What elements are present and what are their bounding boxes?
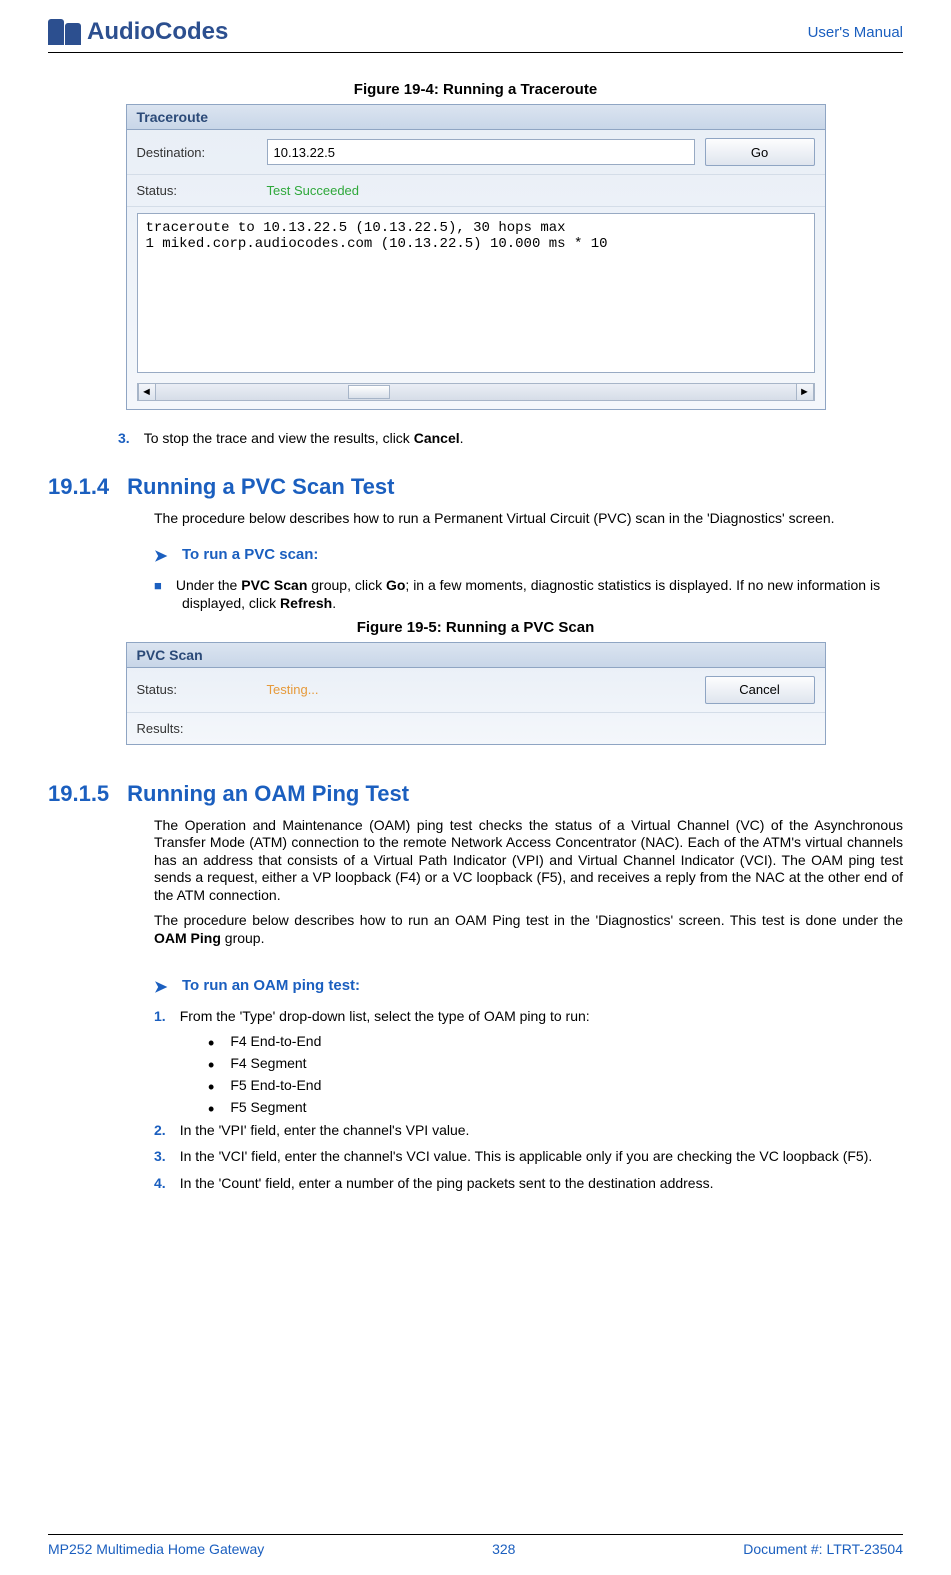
bullet-b2: Go [386,577,405,593]
bullet-dot-icon: • [208,1033,214,1053]
traceroute-panel: Traceroute Destination: Go Status: Test … [126,104,826,410]
oam-step-2: 2. In the 'VPI' field, enter the channel'… [78,1119,903,1145]
destination-input[interactable] [267,139,695,165]
step-text-bold: Cancel [414,430,460,446]
proc-heading-text: To run a PVC scan: [182,546,318,566]
logo-icon [48,19,81,45]
p2-pre: The procedure below describes how to run… [154,912,903,928]
step-number: 3. [154,1148,166,1164]
sec2-paragraph-1: The Operation and Maintenance (OAM) ping… [48,817,903,913]
pvc-status-value: Testing... [267,682,695,697]
cancel-button[interactable]: Cancel [705,676,815,704]
pvc-status-label: Status: [137,682,257,697]
sub-text: F4 Segment [230,1055,306,1071]
sub-text: F5 End-to-End [230,1077,321,1093]
oam-step-1: 1. From the 'Type' drop-down list, select… [78,1005,903,1031]
oam-step-4: 4. In the 'Count' field, enter a number o… [78,1172,903,1198]
proc-arrow-icon: ➤ [154,546,170,566]
pvc-results-label: Results: [137,721,257,736]
pvc-scan-bullet: ■Under the PVC Scan group, click Go; in … [76,574,903,619]
sec1-paragraph: The procedure below describes how to run… [48,510,903,536]
footer-left: MP252 Multimedia Home Gateway [48,1541,264,1557]
bullet-dot-icon: • [208,1099,214,1119]
pvc-scan-panel: PVC Scan Status: Testing... Cancel Resul… [126,642,826,745]
section-19-1-5-heading: 19.1.5 Running an OAM Ping Test [48,781,903,807]
page-header: AudioCodes User's Manual [48,18,903,53]
proc-heading-text: To run an OAM ping test: [182,977,360,997]
traceroute-status-row: Status: Test Succeeded [127,175,825,207]
section-19-1-4-heading: 19.1.4 Running a PVC Scan Test [48,474,903,500]
bullet-b1: PVC Scan [241,577,307,593]
step-text: In the 'VPI' field, enter the channel's … [180,1122,470,1138]
footer-right: Document #: LTRT-23504 [743,1541,903,1557]
step-text-pre: To stop the trace and view the results, … [144,430,414,446]
bullet-mid1: group, click [307,577,386,593]
sub-text: F5 Segment [230,1099,306,1115]
oam-step-3: 3. In the 'VCI' field, enter the channel'… [78,1145,903,1171]
proc-run-pvc-scan: ➤ To run a PVC scan: [48,536,903,574]
scroll-thumb[interactable] [156,384,796,400]
traceroute-destination-row: Destination: Go [127,130,825,175]
sec2-paragraph-2: The procedure below describes how to run… [48,912,903,955]
sub-bullet-f4-seg: • F4 Segment [72,1053,903,1075]
bullet-pre: Under the [176,577,241,593]
logo-text: AudioCodes [87,18,228,46]
scroll-right-arrow-icon[interactable]: ► [796,384,814,400]
sub-bullet-f5-e2e: • F5 End-to-End [72,1075,903,1097]
p2-bold: OAM Ping [154,930,221,946]
step-number: 1. [154,1008,166,1024]
bullet-dot-icon: • [208,1055,214,1075]
bullet-dot-icon: • [208,1077,214,1097]
traceroute-output: traceroute to 10.13.22.5 (10.13.22.5), 3… [137,213,815,373]
p2-post: group. [221,930,265,946]
bullet-post: . [332,595,336,611]
figure-19-4-caption: Figure 19-4: Running a Traceroute [48,81,903,98]
step-text: In the 'Count' field, enter a number of … [180,1175,714,1191]
proc-arrow-icon: ➤ [154,977,170,997]
sub-text: F4 End-to-End [230,1033,321,1049]
horizontal-scrollbar[interactable]: ◄ ► [137,383,815,401]
step-number: 2. [154,1122,166,1138]
step-text: From the 'Type' drop-down list, select t… [180,1008,590,1024]
traceroute-panel-title: Traceroute [127,105,825,130]
sub-bullet-f4-e2e: • F4 End-to-End [72,1031,903,1053]
doc-type-label: User's Manual [808,24,903,41]
section-number: 19.1.5 [48,781,109,807]
bullet-b3: Refresh [280,595,332,611]
page-footer: MP252 Multimedia Home Gateway 328 Docume… [48,1534,903,1557]
step-text-post: . [460,430,464,446]
pvc-results-row: Results: [127,713,825,744]
step-number: 3. [118,430,130,446]
destination-label: Destination: [137,145,257,160]
section-number: 19.1.4 [48,474,109,500]
status-label: Status: [137,183,257,198]
status-value: Test Succeeded [267,183,360,198]
step-number: 4. [154,1175,166,1191]
step-text: In the 'VCI' field, enter the channel's … [180,1148,873,1164]
proc-run-oam-ping: ➤ To run an OAM ping test: [48,967,903,1005]
scroll-left-arrow-icon[interactable]: ◄ [138,384,156,400]
step-3: 3. To stop the trace and view the results… [84,428,903,456]
pvc-scan-panel-title: PVC Scan [127,643,825,668]
figure-19-5-caption: Figure 19-5: Running a PVC Scan [48,619,903,636]
bullet-square-icon: ■ [154,578,162,593]
go-button[interactable]: Go [705,138,815,166]
logo: AudioCodes [48,18,228,46]
footer-page-number: 328 [492,1541,515,1557]
section-title: Running a PVC Scan Test [127,474,394,500]
pvc-status-row: Status: Testing... Cancel [127,668,825,713]
section-title: Running an OAM Ping Test [127,781,409,807]
sub-bullet-f5-seg: • F5 Segment [72,1097,903,1119]
